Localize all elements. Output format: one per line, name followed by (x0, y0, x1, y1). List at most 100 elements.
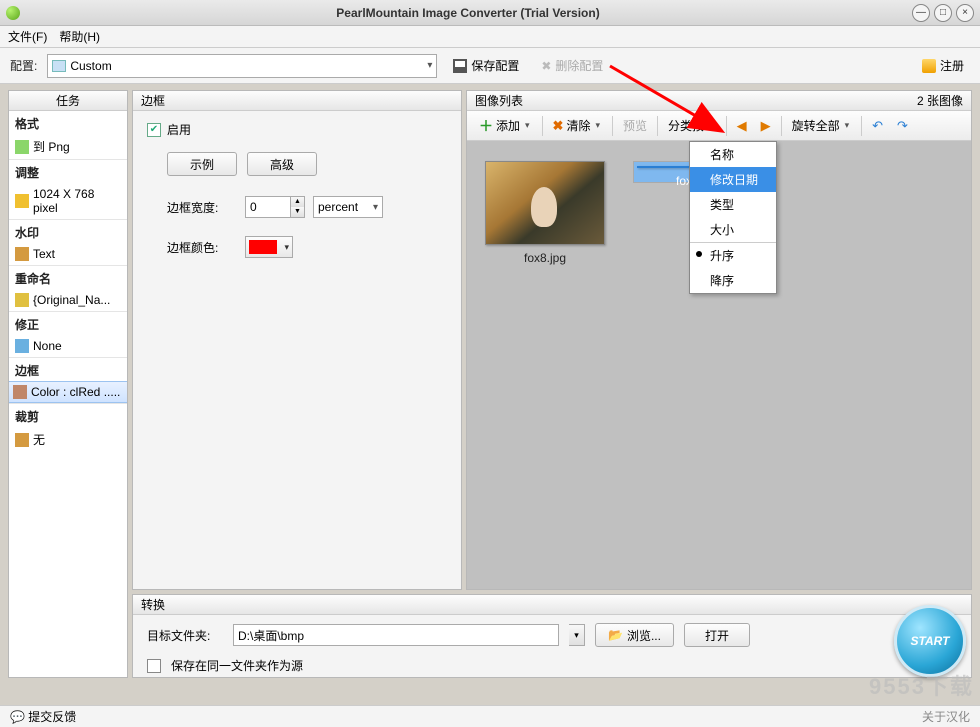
same-folder-label: 保存在同一文件夹作为源 (171, 657, 303, 674)
open-button[interactable]: 打开 (684, 623, 750, 647)
task-group-rename: 重命名 (9, 265, 127, 289)
delete-config-button[interactable]: ✖ 删除配置 (535, 54, 609, 78)
menu-help[interactable]: 帮助(H) (59, 28, 100, 45)
task-group-format: 格式 (9, 111, 127, 134)
border-panel: 边框 ✔ 启用 示例 高级 边框宽度: ▲▼ (132, 90, 462, 590)
task-group-watermark: 水印 (9, 219, 127, 243)
sort-desc[interactable]: 降序 (690, 268, 776, 293)
sort-by-type[interactable]: 类型 (690, 192, 776, 217)
prev-button[interactable]: ◀ (731, 114, 753, 138)
start-button[interactable]: START (894, 605, 966, 677)
tasks-list: 格式 到 Png 调整 1024 X 768 pixel 水印 Text 重命名… (9, 111, 127, 677)
clear-button[interactable]: ✖清除▾ (547, 114, 608, 138)
check-icon: ✔ (147, 123, 161, 137)
minimize-button[interactable]: — (912, 4, 930, 22)
plus-icon: ＋ (479, 116, 493, 136)
chevron-down-icon[interactable]: ▾ (843, 120, 852, 131)
feedback-icon: 💬 (10, 710, 25, 724)
image-list-toolbar: ＋添加▾ ✖清除▾ 预览 分类按▾ ◀ ▶ 旋转全部▾ ↶ ↷ (467, 111, 971, 141)
feedback-link[interactable]: 提交反馈 (28, 708, 76, 725)
task-item-watermark[interactable]: Text (9, 243, 127, 265)
config-select[interactable]: Custom ▾ (47, 54, 437, 78)
preview-button[interactable]: 预览 (617, 114, 653, 138)
menubar: 文件(F) 帮助(H) (0, 26, 980, 48)
task-item-crop[interactable]: 无 (9, 427, 127, 452)
border-panel-title: 边框 (133, 91, 461, 111)
dest-folder-input[interactable] (233, 624, 559, 646)
folder-icon (52, 60, 66, 72)
chevron-down-icon[interactable]: ▾ (707, 120, 716, 131)
config-label: 配置: (10, 57, 37, 74)
border-width-spinner[interactable]: ▲▼ (245, 196, 305, 218)
advanced-button[interactable]: 高级 (247, 152, 317, 176)
tasks-header: 任务 (9, 91, 127, 111)
thumbnail[interactable]: fox8.jpg (485, 161, 605, 265)
task-item-adjust[interactable]: None (9, 335, 127, 357)
next-button[interactable]: ▶ (755, 114, 777, 138)
save-config-button[interactable]: 保存配置 (447, 54, 525, 78)
window-title: PearlMountain Image Converter (Trial Ver… (28, 6, 908, 20)
titlebar: PearlMountain Image Converter (Trial Ver… (0, 0, 980, 26)
undo-button[interactable]: ↶ (866, 114, 889, 138)
chevron-down-icon[interactable]: ▾ (593, 120, 602, 131)
border-icon (13, 385, 27, 399)
chevron-down-icon: ▾ (427, 60, 432, 71)
dest-folder-label: 目标文件夹: (147, 627, 223, 644)
resize-icon (15, 194, 29, 208)
folder-open-icon: 📂 (608, 628, 623, 642)
border-color-button[interactable]: ▾ (245, 236, 293, 258)
thumbnail-caption: fox8.jpg (524, 251, 566, 265)
crop-icon (15, 433, 29, 447)
enable-checkbox[interactable]: ✔ 启用 (147, 121, 447, 138)
rotate-all-button[interactable]: 旋转全部▾ (786, 114, 858, 138)
bullet-icon (696, 251, 702, 257)
task-item-border[interactable]: Color : clRed ..... (9, 381, 127, 403)
register-button[interactable]: 注册 (916, 54, 970, 78)
browse-button[interactable]: 📂浏览... (595, 623, 674, 647)
adjust-icon (15, 339, 29, 353)
x-icon: ✖ (553, 118, 564, 134)
menu-file[interactable]: 文件(F) (8, 28, 47, 45)
task-item-resize[interactable]: 1024 X 768 pixel (9, 183, 127, 219)
arrow-right-icon: ▶ (761, 118, 771, 134)
key-icon (922, 59, 936, 73)
task-item-rename[interactable]: {Original_Na... (9, 289, 127, 311)
redo-button[interactable]: ↷ (891, 114, 914, 138)
sort-button[interactable]: 分类按▾ (662, 114, 722, 138)
border-unit-select[interactable]: percent▾ (313, 196, 383, 218)
image-list-title: 图像列表 (475, 91, 523, 111)
config-toolbar: 配置: Custom ▾ 保存配置 ✖ 删除配置 注册 (0, 48, 980, 84)
task-group-adjust: 修正 (9, 311, 127, 335)
statusbar: 💬 提交反馈 关于汉化 (0, 705, 980, 727)
sort-menu: 名称 修改日期 类型 大小 升序 降序 (689, 141, 777, 294)
sort-by-modified[interactable]: 修改日期 (690, 167, 776, 192)
chevron-down-icon[interactable]: ▾ (523, 120, 532, 131)
spin-up-icon[interactable]: ▲ (291, 197, 304, 207)
convert-title: 转换 (133, 595, 971, 615)
close-button[interactable]: × (956, 4, 974, 22)
floppy-icon (453, 59, 467, 73)
sort-by-name[interactable]: 名称 (690, 142, 776, 167)
maximize-button[interactable]: □ (934, 4, 952, 22)
about-link[interactable]: 关于汉化 (922, 708, 970, 725)
color-swatch (249, 240, 277, 254)
border-width-input[interactable] (245, 196, 291, 218)
sort-asc[interactable]: 升序 (690, 242, 776, 268)
add-button[interactable]: ＋添加▾ (473, 114, 538, 138)
same-folder-checkbox[interactable]: ✔ (147, 659, 161, 673)
sort-by-size[interactable]: 大小 (690, 217, 776, 242)
app-icon (6, 6, 20, 20)
undo-icon: ↶ (872, 118, 883, 134)
text-icon (15, 247, 29, 261)
task-item-format[interactable]: 到 Png (9, 134, 127, 159)
image-list-panel: 图像列表 2 张图像 ＋添加▾ ✖清除▾ 预览 分类按▾ ◀ ▶ 旋转全部▾ (466, 90, 972, 590)
task-group-resize: 调整 (9, 159, 127, 183)
chevron-down-icon: ▾ (284, 242, 289, 253)
arrow-left-icon: ◀ (737, 118, 747, 134)
dest-folder-dropdown[interactable]: ▾ (569, 624, 585, 646)
pencil-icon (15, 293, 29, 307)
example-button[interactable]: 示例 (167, 152, 237, 176)
redo-icon: ↷ (897, 118, 908, 134)
spin-down-icon[interactable]: ▼ (291, 207, 304, 217)
image-count: 2 张图像 (917, 91, 963, 111)
